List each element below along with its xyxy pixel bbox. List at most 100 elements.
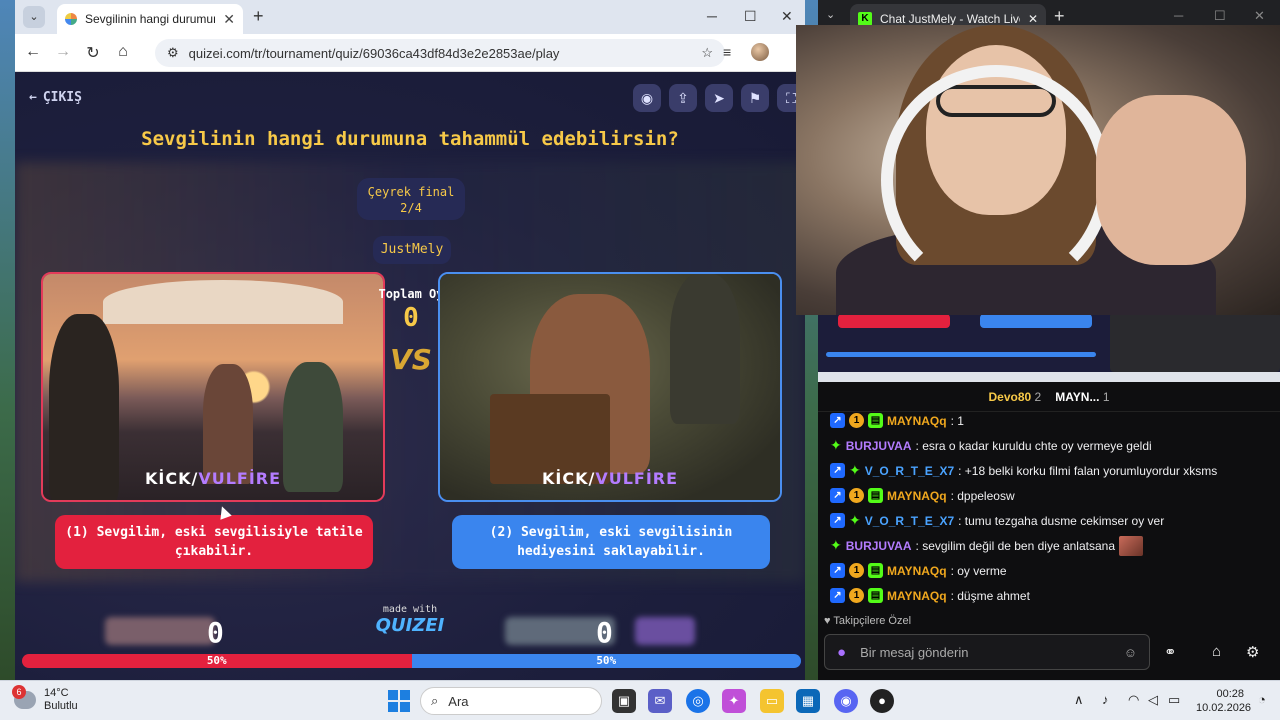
emoji-icon[interactable]: ☺ [1124, 645, 1137, 660]
eye-icon[interactable]: ◉ [633, 84, 661, 112]
weather-widget[interactable]: 6 14°C Bulutlu [12, 685, 78, 713]
exit-button[interactable]: ← ÇIKIŞ [29, 90, 82, 105]
verified-badge-icon: ✦ [849, 462, 861, 478]
webcam-video [796, 25, 1280, 315]
notification-bell-icon[interactable]: ◔ [1258, 692, 1266, 707]
tab-search-icon[interactable]: ⌄ [23, 6, 45, 28]
back-icon[interactable]: ← [23, 43, 43, 61]
new-tab-icon[interactable]: + [1054, 6, 1065, 27]
leader-first[interactable]: Devo80 2 [989, 390, 1042, 404]
watermark-prefix: KİCK/ [144, 469, 199, 488]
site-info-icon[interactable]: ⚙ [167, 45, 179, 61]
minimize-icon[interactable]: ─ [707, 8, 717, 24]
address-bar[interactable]: ⚙ quizei.com/tr/tournament/quiz/69036ca4… [155, 39, 725, 67]
close-tab-icon[interactable]: ✕ [1028, 12, 1038, 26]
copilot-icon[interactable]: ✦ [722, 689, 746, 713]
watermark-suffix: VULFİRE [198, 469, 282, 488]
blurred-element [635, 617, 695, 645]
task-view-icon[interactable]: ▣ [612, 689, 636, 713]
bookmark-star-icon[interactable]: ☆ [701, 45, 713, 61]
chat-text: : oy verme [950, 563, 1007, 578]
discord-icon[interactable]: ◉ [834, 689, 858, 713]
option-right-image[interactable]: KİCK/VULFİRE [438, 272, 782, 502]
system-clock[interactable]: 00:28 10.02.2026 [1196, 687, 1252, 715]
chat-message: ↗ ✦ V_O_R_T_E_X7: +18 belki korku filmi fa… [830, 458, 1270, 483]
home-icon[interactable]: ⌂ [113, 43, 133, 61]
start-button[interactable] [388, 690, 410, 712]
arrow-left-icon: ← [29, 90, 37, 105]
chat-text: : dppeleosw [950, 488, 1015, 503]
round-progress: 2/4 [400, 201, 422, 215]
chat-username[interactable]: V_O_R_T_E_X7 [865, 464, 954, 478]
chat-username[interactable]: V_O_R_T_E_X7 [865, 514, 954, 528]
made-with-text: made with [382, 604, 438, 615]
battery-icon[interactable]: ▭ [1168, 692, 1180, 708]
tab-title: Chat JustMely - Watch Live on K [880, 12, 1020, 26]
chat-username[interactable]: BURJUVAA [846, 439, 912, 453]
option-right-button[interactable]: (2) Sevgilim, eski sevgilisinin hediyesi… [452, 515, 770, 569]
media-control-icon[interactable]: ≡ [723, 44, 731, 60]
send-icon[interactable]: ➤ [705, 84, 733, 112]
kick-points-icon[interactable]: ⚭ [1164, 643, 1177, 661]
chat-username[interactable]: MAYNAQq [887, 564, 947, 578]
quizei-favicon-icon [65, 13, 77, 25]
exit-label: ÇIKIŞ [42, 90, 82, 105]
leader-second-name: MAYN... [1055, 389, 1100, 404]
leader-second[interactable]: MAYN... 1 [1055, 390, 1109, 404]
chat-input[interactable]: ● Bir mesaj gönderin ☺ [824, 634, 1150, 670]
teams-icon[interactable]: ✉ [648, 689, 672, 713]
chat-username[interactable]: MAYNAQq [887, 489, 947, 503]
taskbar: 6 14°C Bulutlu ⌕ Ara ▣ ✉ ◎ ✦ ▭ ▦ ◉ ● ∧ ♪… [0, 680, 1280, 720]
reload-icon[interactable]: ↻ [83, 43, 103, 63]
chat-text: : sevgilim değil de ben diye anlatsana [915, 538, 1115, 553]
watermark-suffix: VULFİRE [595, 469, 679, 488]
clock-date: 10.02.2026 [1196, 702, 1252, 714]
made-with-badge[interactable]: made with QUIZEI [375, 604, 445, 636]
maximize-icon[interactable]: ☐ [744, 8, 757, 25]
settings-icon[interactable]: ⚙ [1246, 643, 1259, 661]
leader-first-count: 2 [1034, 389, 1042, 404]
chat-message: ↗ 1 ▤ MAYNAQq: oy verme [830, 558, 1270, 583]
profile-avatar[interactable] [751, 43, 769, 61]
option-left-button[interactable]: (1) Sevgilim, eski sevgilisiyle tatile ç… [55, 515, 373, 569]
share-icon[interactable]: ⇪ [669, 84, 697, 112]
microphone-icon[interactable]: ● [837, 644, 846, 661]
chat-username[interactable]: MAYNAQq [887, 414, 947, 428]
store-icon[interactable]: ⌂ [1212, 643, 1221, 660]
minimize-icon[interactable]: ─ [1174, 8, 1183, 23]
file-explorer-icon[interactable]: ▭ [760, 689, 784, 713]
volume-icon[interactable]: ◁ [1148, 692, 1158, 708]
tab-quiz[interactable]: Sevgilinin hangi durumuna taha ✕ [57, 4, 243, 34]
quiz-toolbar: ◉ ⇪ ➤ ⚑ ⛶ [633, 84, 805, 112]
blurred-element [105, 617, 215, 645]
woman-figure [203, 364, 253, 484]
quiz-title: Sevgilinin hangi durumuna tahammül edebi… [141, 128, 679, 150]
close-tab-icon[interactable]: ✕ [223, 11, 235, 28]
preview-option-right [980, 314, 1092, 328]
obs-icon[interactable]: ● [870, 689, 894, 713]
subscriber-badge-icon: 1 [849, 588, 864, 603]
chrome-icon[interactable]: ◎ [686, 689, 710, 713]
option-left-image[interactable]: KİCK/VULFİRE [41, 272, 385, 502]
maximize-icon[interactable]: ☐ [1214, 8, 1226, 24]
forward-icon[interactable]: → [53, 43, 73, 61]
progress-right: 50% [411, 654, 801, 668]
votes-left-count: 0 [207, 616, 224, 649]
leader-first-name: Devo80 [988, 389, 1032, 404]
followers-only-notice: ♥ Takipçilere Özel [824, 615, 912, 627]
tab-bar: ⌄ Sevgilinin hangi durumuna taha ✕ + ─ ☐… [15, 0, 805, 34]
microphone-icon[interactable]: ♪ [1102, 692, 1109, 707]
new-tab-icon[interactable]: + [253, 6, 264, 27]
flag-icon[interactable]: ⚑ [741, 84, 769, 112]
chat-text: : esra o kadar kuruldu chte oy vermeye g… [915, 438, 1152, 453]
taskbar-search[interactable]: ⌕ Ara [420, 687, 602, 715]
close-window-icon[interactable]: ✕ [1254, 8, 1265, 24]
tab-search-icon[interactable]: ⌄ [826, 8, 835, 21]
store-icon[interactable]: ▦ [796, 689, 820, 713]
chat-username[interactable]: MAYNAQq [887, 589, 947, 603]
tab-title: Sevgilinin hangi durumuna taha [85, 12, 215, 26]
close-window-icon[interactable]: ✕ [781, 8, 793, 25]
tray-expand-icon[interactable]: ∧ [1074, 692, 1084, 708]
chat-username[interactable]: BURJUVAA [846, 539, 912, 553]
wifi-icon[interactable]: ◠ [1128, 692, 1139, 708]
